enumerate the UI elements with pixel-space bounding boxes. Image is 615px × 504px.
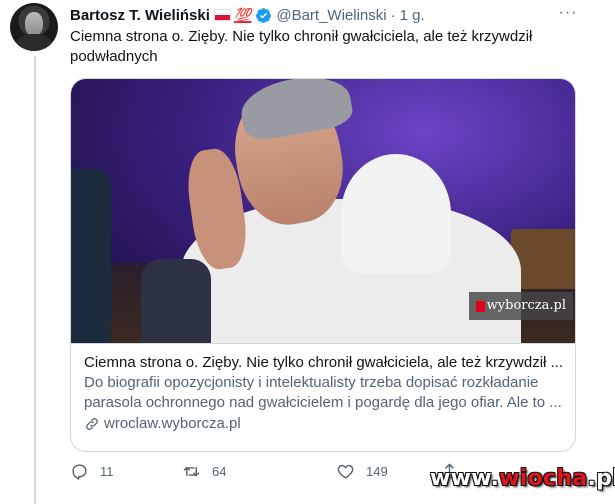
wyborcza-logo-square-icon <box>475 300 485 312</box>
card-description: Do biografii opozycjonisty i intelektual… <box>84 374 562 411</box>
avatar[interactable] <box>10 3 58 51</box>
avatar-face <box>25 12 43 36</box>
site-watermark-prefix: www. <box>430 466 500 491</box>
image-left-figure <box>71 169 111 343</box>
like-button[interactable]: 149 <box>336 462 388 481</box>
card-title: Ciemna strona o. Zięby. Nie tylko chroni… <box>84 354 564 371</box>
verified-badge-icon <box>256 7 272 23</box>
wyborcza-logo: wyborcza.pl <box>468 292 573 320</box>
site-watermark-suffix: .pl <box>587 466 615 491</box>
retweet-icon <box>183 466 200 477</box>
tweet-timestamp[interactable]: 1 g. <box>400 7 425 24</box>
card-domain-text: wroclaw.wyborcza.pl <box>104 415 241 432</box>
author-name[interactable]: Bartosz T. Wieliński <box>70 7 210 24</box>
card-domain: wroclaw.wyborcza.pl <box>84 414 564 434</box>
tweet-text: Ciemna strona o. Zięby. Nie tylko chroni… <box>70 28 533 65</box>
like-count: 149 <box>366 464 388 479</box>
thread-line <box>34 56 36 504</box>
more-options-icon[interactable]: ··· <box>556 4 580 24</box>
reply-count: 11 <box>100 464 114 479</box>
image-sleeve <box>141 259 211 343</box>
avatar-body <box>17 34 51 51</box>
retweet-count: 64 <box>212 464 227 479</box>
separator-dot: · <box>390 6 396 24</box>
site-watermark-brand: wiocha <box>499 466 588 491</box>
site-watermark: www.wiocha.pl <box>430 466 615 491</box>
heart-icon <box>337 464 354 479</box>
hundred-points-emoji: 💯 <box>233 6 252 23</box>
reply-icon <box>72 464 87 480</box>
wyborcza-logo-text: wyborcza.pl <box>486 298 566 313</box>
link-preview-card[interactable]: wyborcza.pl Ciemna strona o. Zięby. Nie … <box>70 78 576 452</box>
card-body[interactable]: Ciemna strona o. Zięby. Nie tylko chroni… <box>71 343 575 451</box>
reply-button[interactable]: 11 <box>70 462 114 481</box>
poland-flag-icon <box>213 9 231 21</box>
tweet-header: Bartosz T. Wieliński 💯 @Bart_Wielinski ·… <box>70 5 425 25</box>
retweet-button[interactable]: 64 <box>182 462 226 481</box>
card-image[interactable]: wyborcza.pl <box>71 79 575 343</box>
author-handle[interactable]: @Bart_Wielinski <box>276 7 386 24</box>
link-icon <box>86 418 98 430</box>
image-hood <box>341 154 451 274</box>
